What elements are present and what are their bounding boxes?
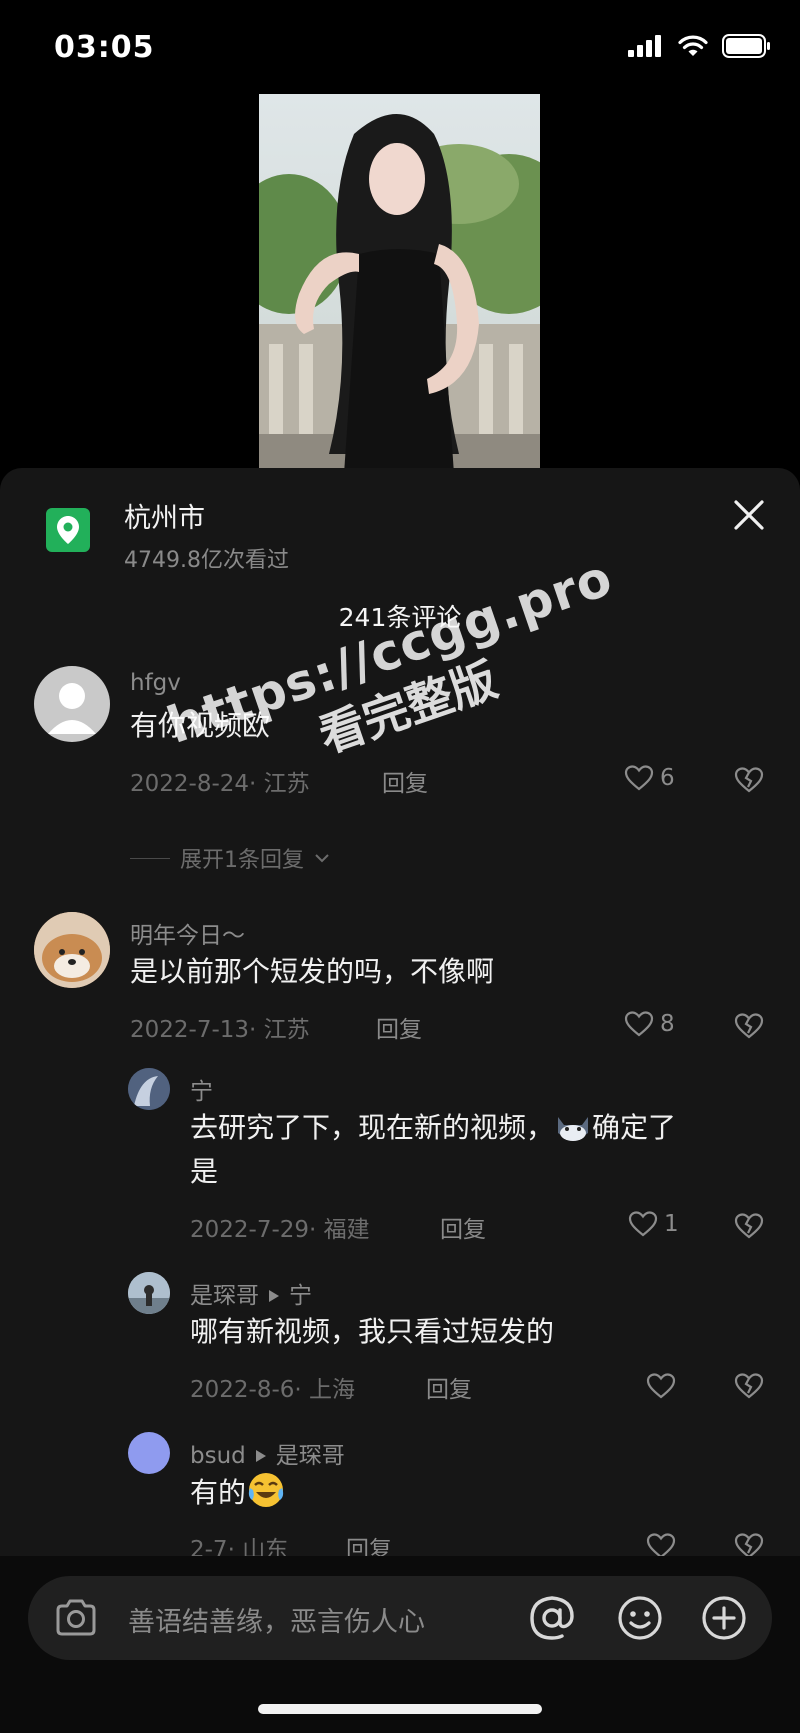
reply-to-username[interactable]: 是琛哥 [276,1443,345,1469]
reply-username: bsud 是琛哥 [190,1436,345,1470]
avatar[interactable] [34,912,110,988]
reply-text-part: 去研究了下，现在新的视频， [190,1111,555,1144]
signal-icon [628,35,661,57]
heart-icon [624,1011,654,1037]
reply-meta: 2022-7-29· 福建 [190,1217,370,1243]
comment-meta: 2022-8-24· 江苏 [130,771,310,797]
avatar[interactable] [128,1432,170,1474]
status-bar: 03:05 [0,0,800,100]
reply-button[interactable]: 回复 [440,1210,486,1244]
reply-meta: 2022-8-6· 上海 [190,1377,356,1403]
like-button[interactable]: 1 [628,1210,679,1238]
heart-icon[interactable] [646,1372,676,1400]
broken-heart-icon[interactable] [734,766,764,794]
at-icon[interactable] [526,1592,578,1644]
reply-text: 去研究了下，现在新的视频， 确定了 是 [190,1106,770,1194]
expand-replies-label: 展开1条回复 [180,848,304,873]
comment-sheet: 杭州市 4749.8亿次看过 241条评论 hfgv 有你视频欧 2022-8-… [0,468,800,1733]
battery-icon [722,34,770,58]
comment-input[interactable]: 善语结善缘，恶言伤人心 [28,1576,772,1660]
cat-emoji-icon [558,1117,589,1141]
avatar[interactable] [128,1068,170,1110]
comment-count: 241条评论 [338,603,462,632]
broken-heart-icon[interactable] [734,1372,764,1400]
status-time: 03:05 [54,30,155,65]
location-name[interactable]: 杭州市 [124,496,205,535]
like-button[interactable]: 8 [624,1010,675,1038]
reply-text: 有的 [190,1470,286,1515]
video-image [259,94,540,474]
comment-meta: 2022-7-13· 江苏 [130,1017,310,1043]
comment-username[interactable]: 明年今日～ [130,916,245,950]
plus-icon[interactable] [700,1594,748,1642]
like-button[interactable]: 6 [624,764,675,792]
reply-username: 是琛哥 宁 [190,1276,312,1310]
heart-icon [624,765,654,791]
reply-username-text[interactable]: bsud [190,1443,246,1469]
avatar[interactable] [128,1272,170,1314]
like-count: 6 [660,765,675,791]
reply-username-text[interactable]: 是琛哥 [190,1283,259,1309]
reply-username[interactable]: 宁 [190,1072,213,1106]
heart-icon [628,1211,658,1237]
input-placeholder: 善语结善缘，恶言伤人心 [128,1607,425,1638]
reply-arrow-icon [269,1289,279,1302]
broken-heart-icon[interactable] [734,1212,764,1240]
comment-text: 是以前那个短发的吗，不像啊 [130,955,495,988]
status-icons [628,34,772,58]
expand-replies[interactable]: 展开1条回复 [130,842,330,874]
reply-button[interactable]: 回复 [426,1370,472,1404]
reply-text-part: 有的 [190,1476,247,1509]
close-icon[interactable] [730,496,768,534]
chevron-down-icon [315,854,329,863]
reply-button[interactable]: 回复 [376,1010,422,1044]
reply-text-part: 确定了 [592,1111,677,1144]
like-count: 1 [664,1211,679,1237]
location-pin-icon[interactable] [46,508,90,552]
video-thumbnail[interactable] [259,94,540,474]
comment-input-bar: 善语结善缘，恶言伤人心 [0,1556,800,1733]
broken-heart-icon[interactable] [734,1012,764,1040]
reply-text-part: 是 [190,1155,219,1188]
like-count: 8 [660,1011,675,1037]
comment-text: 有你视频欧 [130,709,271,742]
reply-arrow-icon [255,1449,266,1462]
reply-to-username[interactable]: 宁 [289,1283,312,1309]
comment-username[interactable]: hfgv [130,670,181,696]
home-indicator [258,1704,542,1714]
reply-text: 哪有新视频，我只看过短发的 [190,1315,555,1348]
wifi-icon [678,35,708,56]
divider [130,857,170,859]
reply-button[interactable]: 回复 [382,764,428,798]
avatar[interactable] [34,666,110,742]
location-views: 4749.8亿次看过 [124,548,289,573]
crying-laughing-emoji-icon [248,1473,284,1507]
camera-icon[interactable] [52,1594,100,1642]
emoji-icon[interactable] [616,1594,664,1642]
